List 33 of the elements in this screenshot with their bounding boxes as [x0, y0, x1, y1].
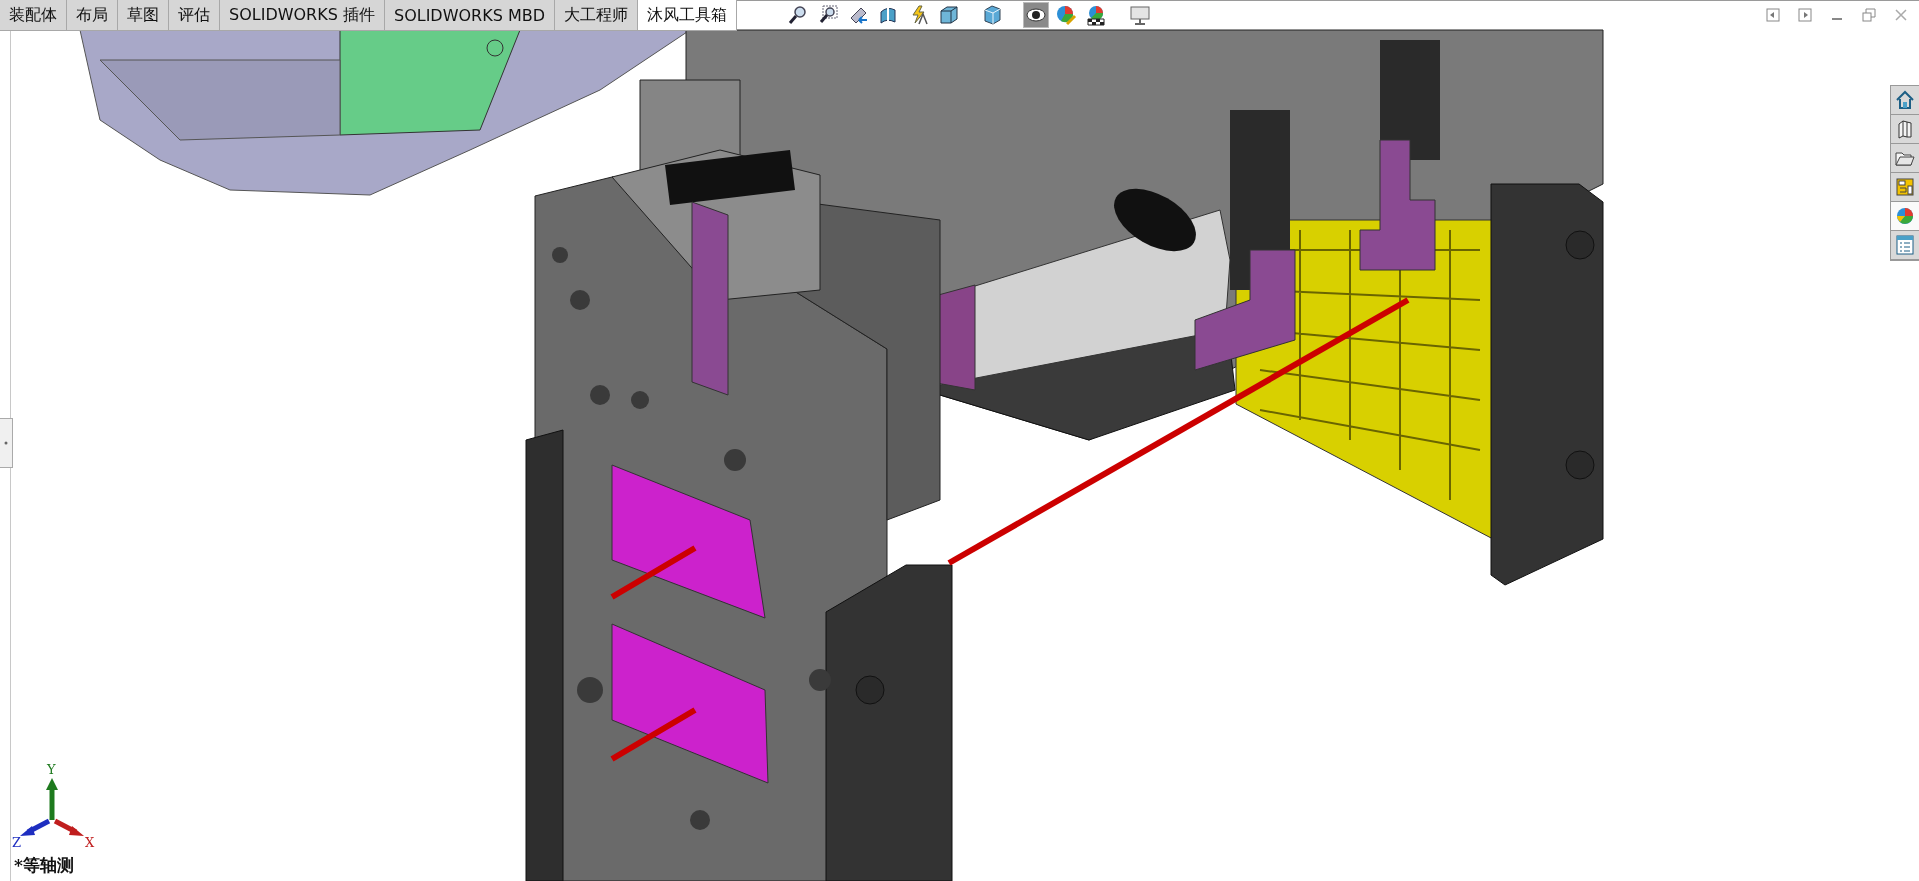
layout-icon — [1894, 176, 1916, 198]
view-orientation-label: *等轴测 — [13, 854, 75, 877]
layout-tab[interactable] — [1891, 173, 1919, 202]
zoom-area-icon — [817, 4, 839, 26]
z-axis-arrow — [20, 818, 51, 836]
parts-tab[interactable] — [1891, 115, 1919, 144]
previous-document-button[interactable] — [1763, 6, 1783, 24]
properties-tab[interactable] — [1891, 231, 1919, 260]
x-axis-label: X — [85, 835, 95, 848]
view-settings-icon — [1129, 4, 1151, 26]
home-icon — [1894, 89, 1916, 111]
hide-show-button[interactable] — [1023, 2, 1049, 28]
y-axis-arrow — [46, 778, 58, 820]
view-orientation-icon — [937, 4, 959, 26]
edit-appearance-icon — [1055, 4, 1077, 26]
properties-icon — [1894, 234, 1916, 256]
appearance-tab[interactable] — [1891, 202, 1919, 231]
minimize-icon — [1832, 18, 1842, 20]
dot-icon — [4, 441, 8, 445]
z-axis-label: Z — [12, 835, 22, 848]
y-axis-label: Y — [47, 762, 56, 777]
next-document-button[interactable] — [1795, 6, 1815, 24]
x-axis-arrow — [53, 818, 84, 836]
close-icon — [1894, 8, 1908, 22]
folder-tab[interactable] — [1891, 144, 1919, 173]
display-style-icon — [981, 4, 1003, 26]
scene-icon — [1085, 4, 1107, 26]
zoom-fit-icon — [787, 4, 809, 26]
appearance-icon — [1894, 205, 1916, 227]
home-tab[interactable] — [1891, 86, 1919, 115]
panel-collapse-handle[interactable] — [0, 418, 13, 468]
restore-icon — [1862, 8, 1876, 22]
ribbon-tab[interactable]: 沐风工具箱 — [638, 0, 738, 30]
